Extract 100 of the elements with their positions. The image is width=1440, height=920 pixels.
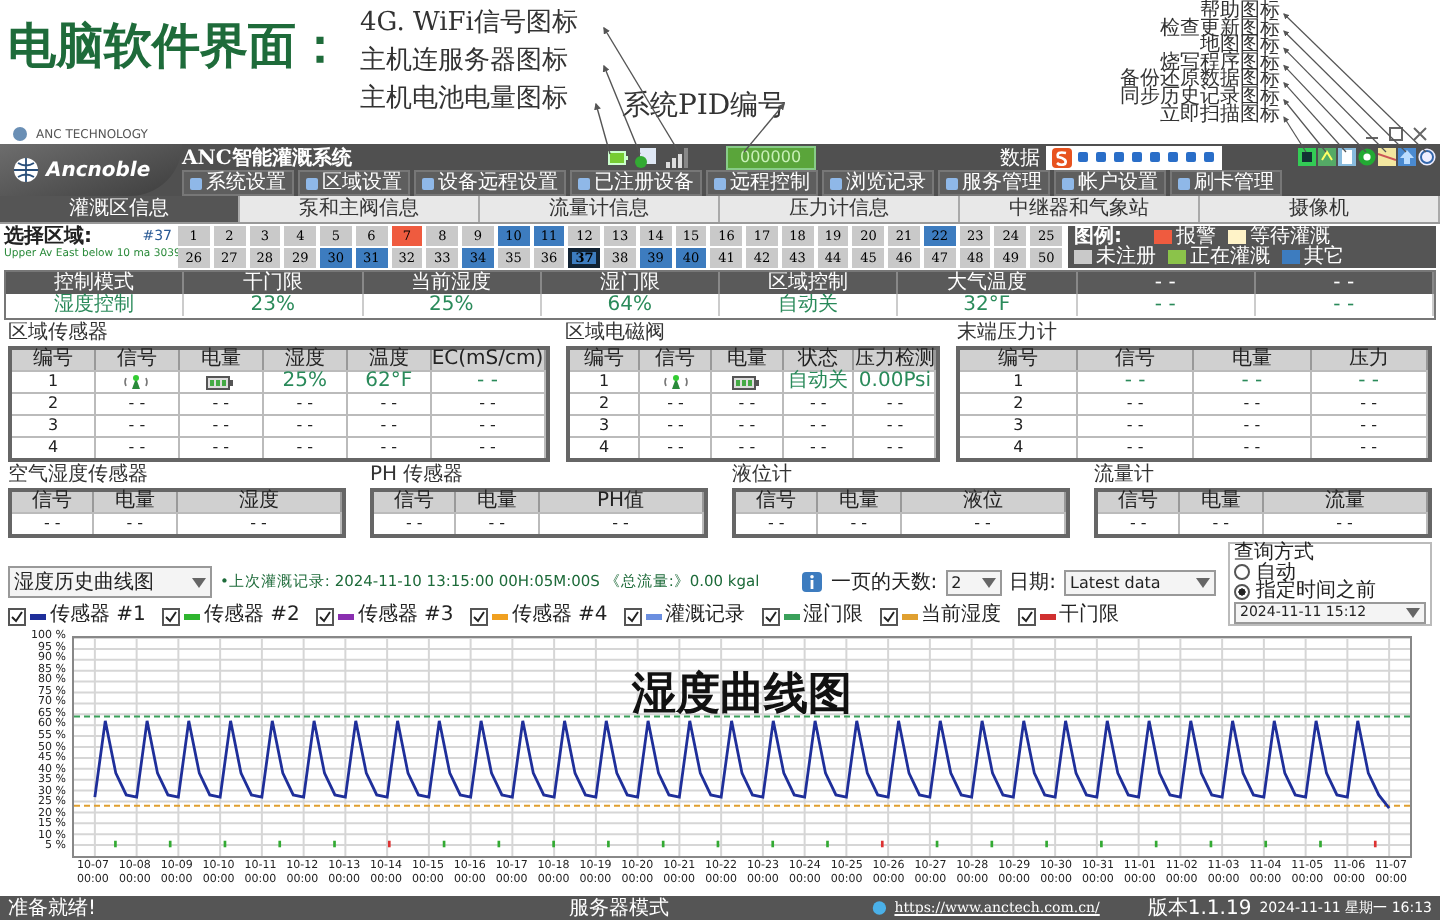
radio-button[interactable] <box>1234 564 1250 581</box>
table-header: PH值 <box>539 492 704 512</box>
square-icon <box>578 177 590 189</box>
table-cell: - - <box>431 392 546 414</box>
days-dropdown[interactable]: 2 <box>945 569 1002 595</box>
checkbox[interactable] <box>623 607 642 625</box>
toolbar-button[interactable]: 服务管理 <box>938 170 1050 196</box>
group-title: 查询方式 <box>1234 544 1316 564</box>
checkbox[interactable] <box>315 607 334 625</box>
table-cell: 自动关 <box>720 294 899 316</box>
table-cell: - - <box>1255 294 1434 316</box>
annotation-label: 检查更新图标 <box>1158 21 1280 39</box>
checkbox[interactable] <box>469 607 488 625</box>
table-cell: - - <box>783 392 855 414</box>
table-cell: - - <box>1311 436 1429 458</box>
table-cell: - - <box>263 414 348 436</box>
maximize-icon[interactable] <box>1388 126 1404 142</box>
table-header: EC(mS/cm) <box>431 350 546 370</box>
table-cell: - - <box>712 436 784 458</box>
panel-title: 液位计 <box>732 464 794 486</box>
toolbar-button[interactable]: 浏览记录 <box>822 170 934 196</box>
table-cell: - - <box>901 512 1066 534</box>
toolbar-button[interactable]: 区域设置 <box>298 170 410 196</box>
table-cell: - - <box>179 392 264 414</box>
annotation-label: 立即扫描图标 <box>1159 107 1280 125</box>
toolbar-button[interactable]: 远程控制 <box>706 170 818 196</box>
checkbox[interactable] <box>761 607 780 625</box>
table-cell: - - <box>95 436 180 458</box>
chart-type-dropdown[interactable]: 湿度历史曲线图 <box>8 566 212 598</box>
series-label: 当前湿度 <box>921 606 1002 626</box>
update-icon[interactable] <box>1398 148 1416 166</box>
toolbar-button[interactable]: 已注册设备 <box>570 170 702 196</box>
checkbox[interactable] <box>161 607 180 625</box>
table-cell: - - <box>177 512 342 534</box>
table-cell: - - <box>94 512 177 534</box>
panel-title: 区域传感器 <box>8 322 110 344</box>
table-cell: 3 <box>960 414 1078 436</box>
table-cell: - - <box>736 512 819 534</box>
status-message: 准备就绪! <box>8 895 99 920</box>
table-cell: - - <box>431 436 546 458</box>
table-cell: - - <box>263 436 348 458</box>
info-icon[interactable] <box>802 572 823 592</box>
map-icon[interactable] <box>1378 148 1396 166</box>
checkbox[interactable] <box>8 607 26 625</box>
table-cell: 32°F <box>898 294 1077 316</box>
ime-toolbar[interactable] <box>1046 145 1222 169</box>
table-cell: - - <box>263 392 348 414</box>
square-icon <box>946 177 958 189</box>
table-header: 电量 <box>94 492 177 512</box>
caret-icon <box>1406 608 1420 619</box>
table-cell: - - <box>1311 414 1429 436</box>
table-header: 压力检测 <box>854 350 937 370</box>
table-cell: - - <box>1077 436 1195 458</box>
table-cell: 湿度控制 <box>6 294 185 316</box>
series-label: 干门限 <box>1059 606 1120 626</box>
series-label: 灌溉记录 <box>665 606 746 626</box>
table-cell: - - <box>179 414 264 436</box>
legend-label: 未注册 <box>1096 247 1156 267</box>
checkbox[interactable] <box>1017 607 1036 625</box>
table-cell: - - <box>347 436 432 458</box>
scan-icon[interactable] <box>1298 148 1316 166</box>
table-header: 编号 <box>960 350 1078 370</box>
annotation-label: 地图图标 <box>1200 38 1280 56</box>
sync-icon[interactable] <box>1318 148 1336 166</box>
table-cell: - - <box>1098 512 1181 534</box>
table-cell: - - <box>640 436 713 458</box>
table-cell: 25% <box>263 370 348 392</box>
table-cell: - - <box>456 512 539 534</box>
tab[interactable]: 灌溉区信息 <box>0 196 240 222</box>
table-cell: - - <box>1263 512 1428 534</box>
version-text: 版本1.1.19 <box>1147 895 1252 920</box>
close-icon[interactable] <box>1412 126 1428 142</box>
table-header: 信号 <box>1077 350 1195 370</box>
table-header: 压力 <box>1311 350 1429 370</box>
date-dropdown[interactable]: Latest data <box>1064 569 1216 595</box>
ime-label: 数据 <box>1000 145 1040 171</box>
pid-display: 000000 <box>726 145 816 169</box>
table-header: 控制模式 <box>6 272 185 294</box>
table-header: 干门限 <box>184 272 363 294</box>
toolbar-button[interactable]: 系统设置 <box>182 170 294 196</box>
series-label: 传感器 #1 <box>50 606 146 626</box>
series-label: 湿门限 <box>803 606 864 626</box>
table-header: 信号 <box>1098 492 1181 512</box>
table-cell: 62°F <box>347 370 432 392</box>
table-cell: - - <box>818 512 901 534</box>
checkbox[interactable] <box>879 607 898 625</box>
series-label: 传感器 #2 <box>203 606 300 626</box>
toolbar-button[interactable]: 设备远程设置 <box>414 170 566 196</box>
table-header: 编号 <box>569 350 641 370</box>
square-icon <box>1178 177 1190 189</box>
days-label: 一页的天数: <box>830 570 938 596</box>
series-label: 传感器 #4 <box>511 606 608 626</box>
annotation-label: 备份还原数据图标 <box>1120 72 1280 90</box>
table-cell: - - <box>347 414 432 436</box>
toolbar-button[interactable]: 刷卡管理 <box>1170 170 1282 196</box>
table-cell: - - <box>1077 370 1195 392</box>
help-icon[interactable] <box>1418 148 1436 166</box>
toolbar-button[interactable]: 帐户设置 <box>1054 170 1166 196</box>
table-cell: - - <box>1311 370 1429 392</box>
radio-button[interactable] <box>1234 583 1250 600</box>
